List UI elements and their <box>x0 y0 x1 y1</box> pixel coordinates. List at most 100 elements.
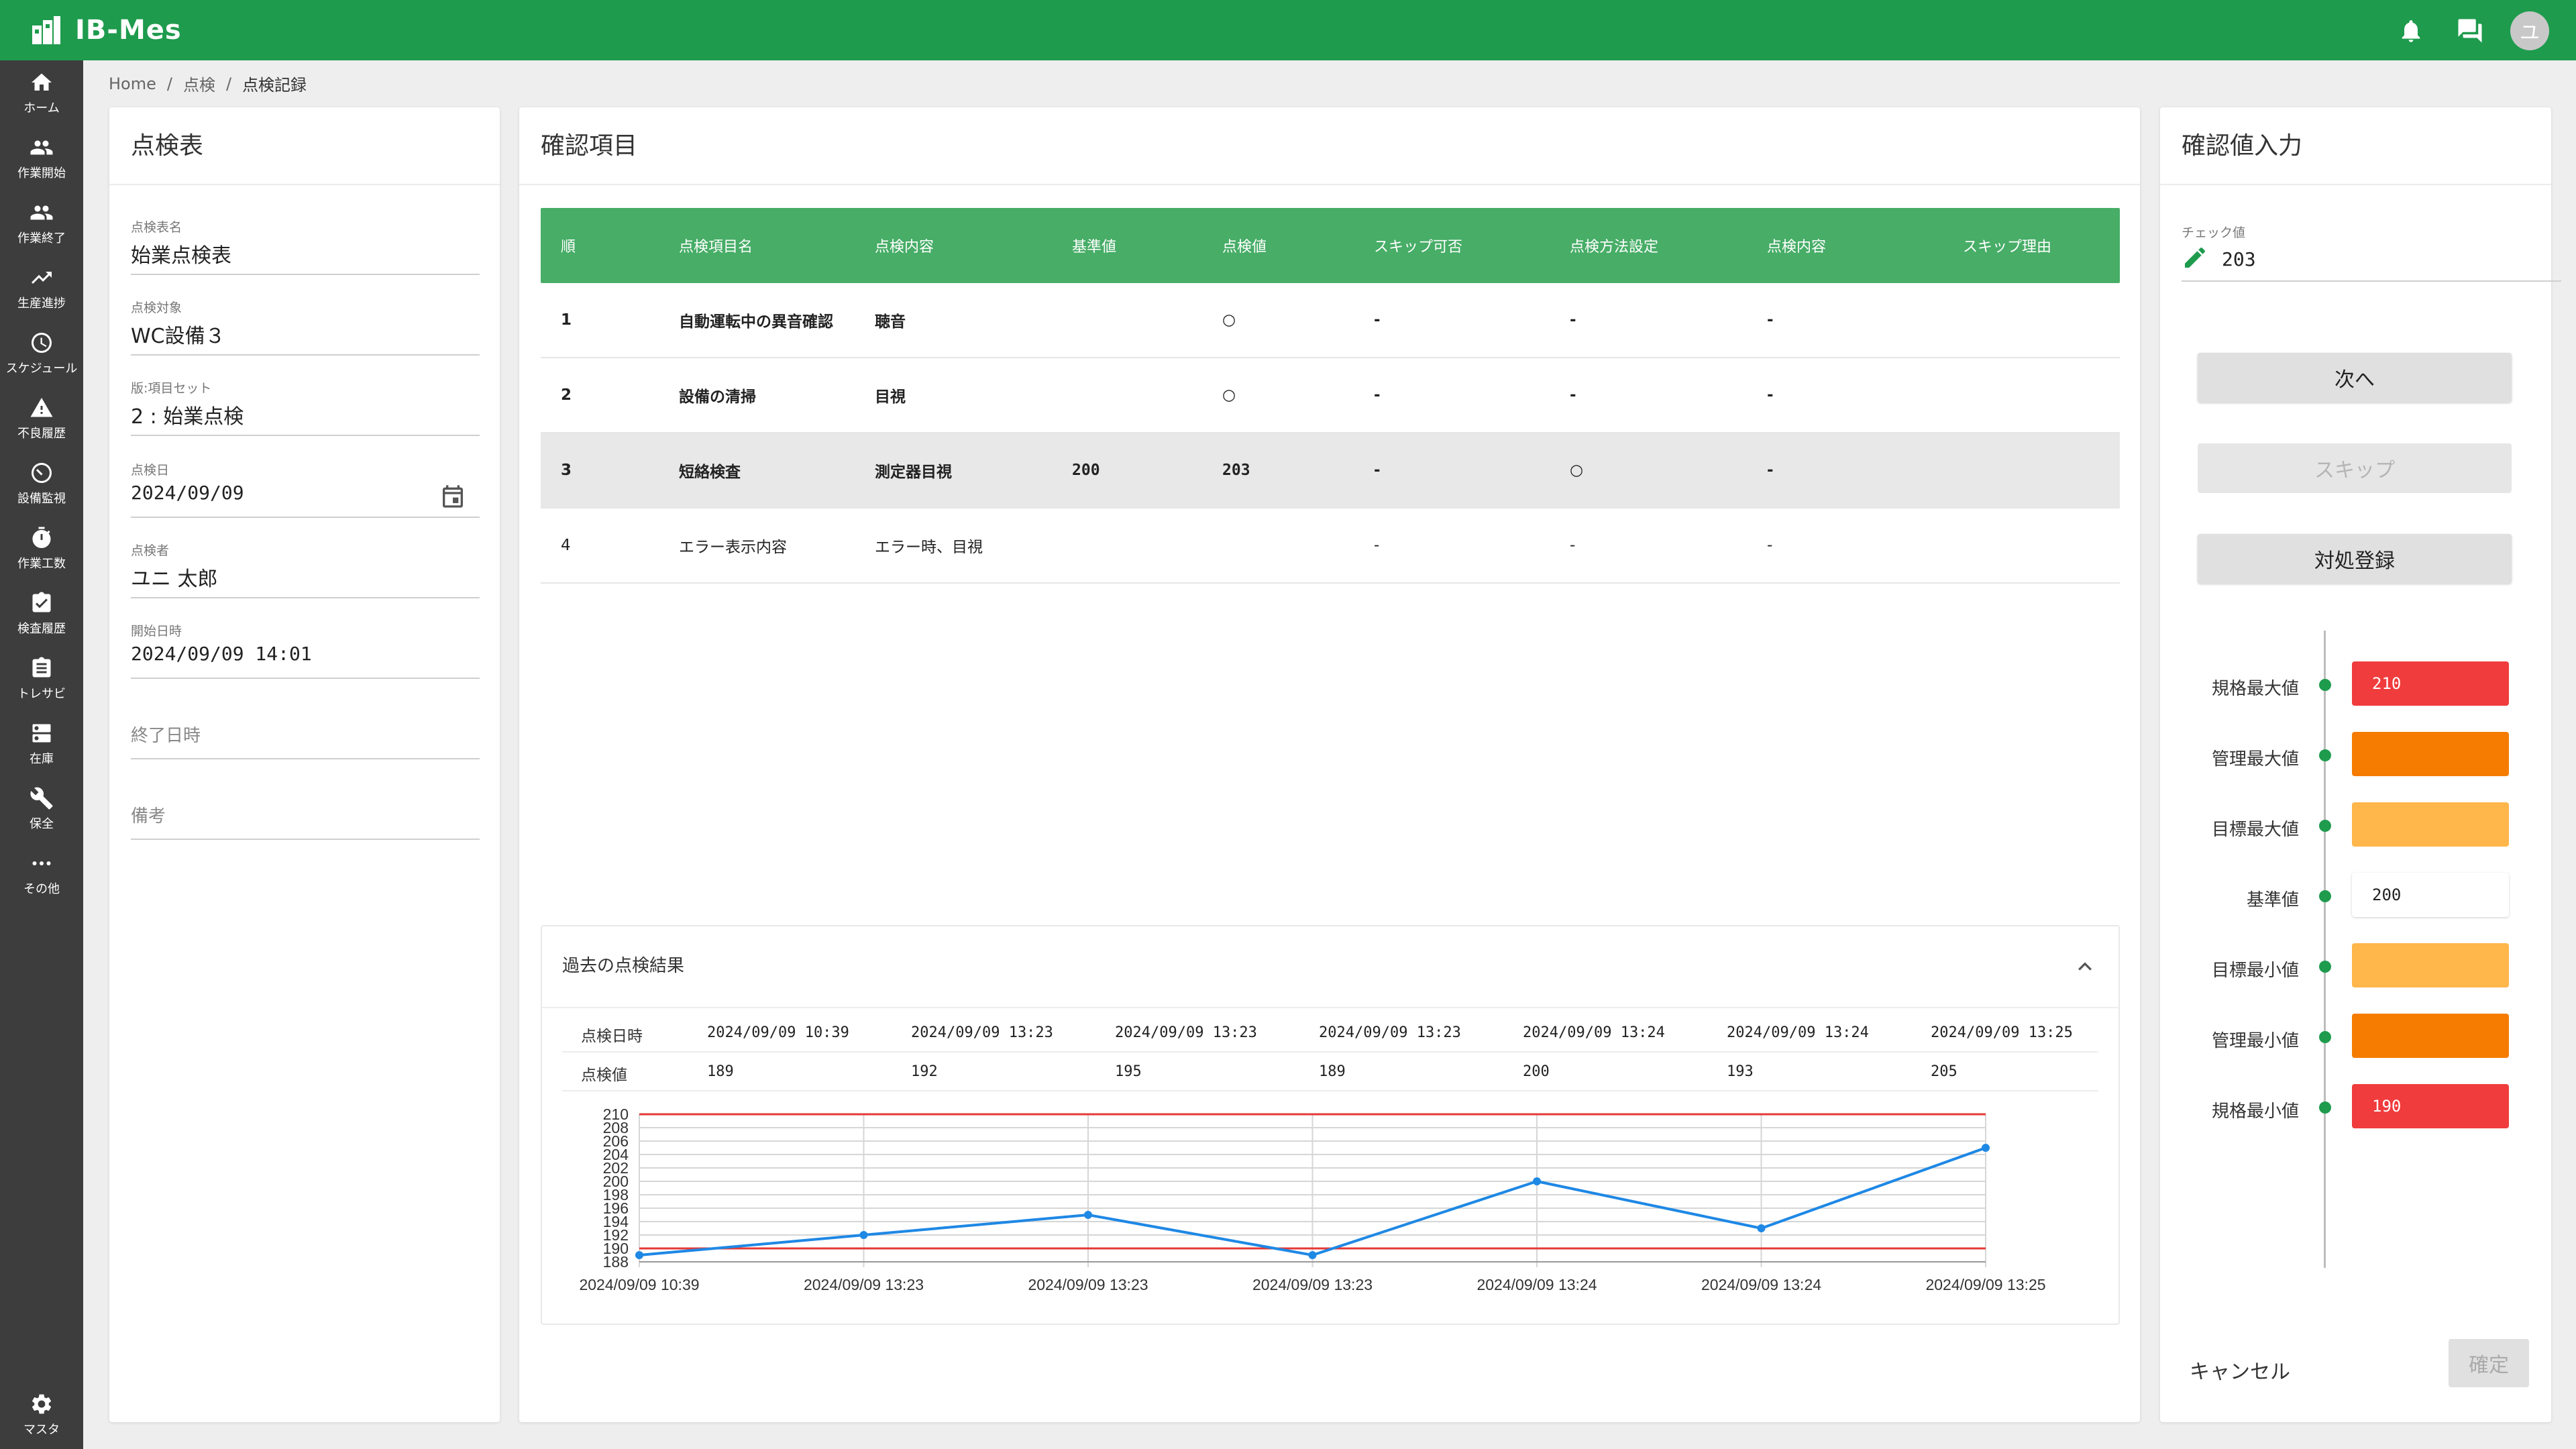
column-header[interactable]: スキップ可否 <box>1354 235 1550 256</box>
sidebar-item-man-hours[interactable]: 作業工数 <box>0 516 83 581</box>
wrench-icon <box>30 787 53 809</box>
data-point <box>1308 1251 1317 1259</box>
data-point <box>1084 1211 1092 1219</box>
spec-dot <box>2319 679 2331 691</box>
column-header[interactable]: 点検内容 <box>1747 235 1943 256</box>
cell-content: 測定器目視 <box>875 464 952 481</box>
app-title: IB-Mes <box>75 15 182 46</box>
spec-row-lower-control: 管理最小値 <box>2160 1014 2551 1061</box>
spec-dot <box>2319 961 2331 973</box>
card-title: 点検表 <box>131 132 204 160</box>
people-icon <box>30 140 53 154</box>
sidebar-item-traceability[interactable]: トレサビ <box>0 646 83 711</box>
cancel-button[interactable]: キャンセル <box>2190 1355 2290 1385</box>
x-tick-label: 2024/09/09 13:25 <box>1925 1276 2045 1293</box>
field-label: 点検対象 <box>131 301 182 315</box>
check-value-input[interactable]: チェック値 203 <box>2182 215 2561 282</box>
column-header[interactable]: 点検項目名 <box>659 235 855 256</box>
spec-dot <box>2319 890 2331 902</box>
spec-label: 管理最小値 <box>2211 1031 2299 1051</box>
avatar[interactable]: ユ <box>2510 11 2549 50</box>
field-label: 開始日時 <box>131 624 182 639</box>
sidebar-item-home[interactable]: ホーム <box>0 60 83 125</box>
column-header[interactable]: 点検方法設定 <box>1550 235 1747 256</box>
column-header[interactable]: 基準値 <box>1052 235 1202 256</box>
spec-row-standard: 基準値 200 <box>2160 873 2551 920</box>
column-header[interactable]: 順 <box>541 235 659 256</box>
warning-icon <box>30 397 53 417</box>
input-underline <box>2182 280 2561 282</box>
sidebar-item-inspection-history[interactable]: 検査履歴 <box>0 581 83 646</box>
app-logo[interactable]: IB-Mes <box>30 13 182 47</box>
spec-value <box>2352 802 2509 847</box>
confirm-button[interactable]: 確定 <box>2449 1339 2529 1387</box>
sidebar-item-label: 在庫 <box>30 751 54 766</box>
inspector-field[interactable]: 点検者 ユニ 太郎 <box>131 531 480 598</box>
sidebar-item-other[interactable]: その他 <box>0 841 83 906</box>
history-chart: 1881901921941961982002022042062082102024… <box>579 1106 2045 1293</box>
start-datetime-field[interactable]: 開始日時 2024/09/09 14:01 <box>131 612 480 679</box>
sidebar-item-work-start[interactable]: 作業開始 <box>0 125 83 191</box>
table-row[interactable]: 4 エラー表示内容 エラー時、目視 - - - <box>541 508 2120 584</box>
sheet-name-field[interactable]: 点検表名 始業点検表 <box>131 208 480 275</box>
x-tick-label: 2024/09/09 10:39 <box>579 1276 699 1293</box>
field-value: ユニ 太郎 <box>131 568 218 591</box>
calendar-icon[interactable] <box>439 483 466 510</box>
field-placeholder: 終了日時 <box>131 726 201 746</box>
end-datetime-field[interactable]: 終了日時 <box>131 692 480 759</box>
field-value: 2024/09/09 <box>131 482 244 504</box>
sidebar-item-label: 作業工数 <box>17 556 66 571</box>
divider <box>542 1007 2118 1008</box>
sidebar-item-progress[interactable]: 生産進捗 <box>0 256 83 321</box>
sidebar-item-master[interactable]: マスタ <box>0 1382 83 1447</box>
sidebar-item-defects[interactable]: 不良履歴 <box>0 386 83 451</box>
skip-button[interactable]: スキップ <box>2198 443 2512 493</box>
sidebar-item-monitoring[interactable]: 設備監視 <box>0 451 83 516</box>
spec-value: 190 <box>2352 1084 2509 1128</box>
table-row[interactable]: 2 設備の清掃 目視 ○ - - - <box>541 358 2120 433</box>
sidebar-item-inventory[interactable]: 在庫 <box>0 711 83 776</box>
target-field[interactable]: 点検対象 WC設備３ <box>131 288 480 356</box>
action-register-button[interactable]: 対処登録 <box>2198 534 2512 584</box>
cell-detail: - <box>1767 386 1774 404</box>
breadcrumb-inspection[interactable]: 点検 <box>183 72 215 95</box>
sidebar-item-work-end[interactable]: 作業終了 <box>0 191 83 256</box>
pencil-icon <box>2185 247 2206 268</box>
column-header[interactable]: スキップ理由 <box>1943 235 2120 256</box>
cell-skippable: - <box>1374 462 1381 479</box>
spec-row-upper-spec: 規格最大値 210 <box>2160 661 2551 708</box>
notes-field[interactable]: 備考 <box>131 773 480 840</box>
sidebar-item-label: ホーム <box>23 101 60 115</box>
chat-icon[interactable] <box>2451 12 2489 50</box>
cell-value: 203 <box>1222 462 1250 479</box>
divider <box>109 184 500 185</box>
version-field[interactable]: 版:項目セット 2 : 始業点検 <box>131 369 480 436</box>
chevron-up-icon[interactable] <box>2072 953 2098 980</box>
sidebar-item-maintenance[interactable]: 保全 <box>0 776 83 841</box>
table-row-selected[interactable]: 3 短絡検査 測定器目視 200 203 - ○ - <box>541 433 2120 508</box>
spec-row-lower-target: 目標最小値 <box>2160 943 2551 990</box>
sidebar-item-label: マスタ <box>23 1422 60 1437</box>
history-value: 192 <box>911 1063 938 1080</box>
field-value: 始業点検表 <box>131 244 231 268</box>
next-button[interactable]: 次へ <box>2198 353 2512 402</box>
table-row[interactable]: 1 自動運転中の異音確認 聴音 ○ - - - <box>541 283 2120 358</box>
field-underline <box>131 274 480 275</box>
sidebar-item-schedule[interactable]: スケジュール <box>0 321 83 386</box>
sidebar-item-label: 設備監視 <box>17 491 66 506</box>
sidebar: ホーム 作業開始 作業終了 生産進捗 スケジュール 不良履歴 設備監視 作業工数… <box>0 60 83 1449</box>
history-value: 200 <box>1523 1063 1550 1080</box>
divider <box>2160 184 2551 185</box>
history-title[interactable]: 過去の点検結果 <box>562 952 684 977</box>
column-header[interactable]: 点検内容 <box>855 235 1052 256</box>
data-point <box>1533 1177 1541 1185</box>
breadcrumb-home[interactable]: Home <box>109 74 156 93</box>
inspection-date-field[interactable]: 点検日 2024/09/09 <box>131 451 480 518</box>
cell-content: 目視 <box>875 388 906 406</box>
history-value: 189 <box>707 1063 734 1080</box>
column-header[interactable]: 点検値 <box>1202 235 1354 256</box>
bell-icon[interactable] <box>2392 12 2430 50</box>
history-row-label: 点検日時 <box>581 1028 643 1045</box>
clipboard-check-icon <box>32 592 51 612</box>
history-date: 2024/09/09 10:39 <box>707 1024 849 1041</box>
